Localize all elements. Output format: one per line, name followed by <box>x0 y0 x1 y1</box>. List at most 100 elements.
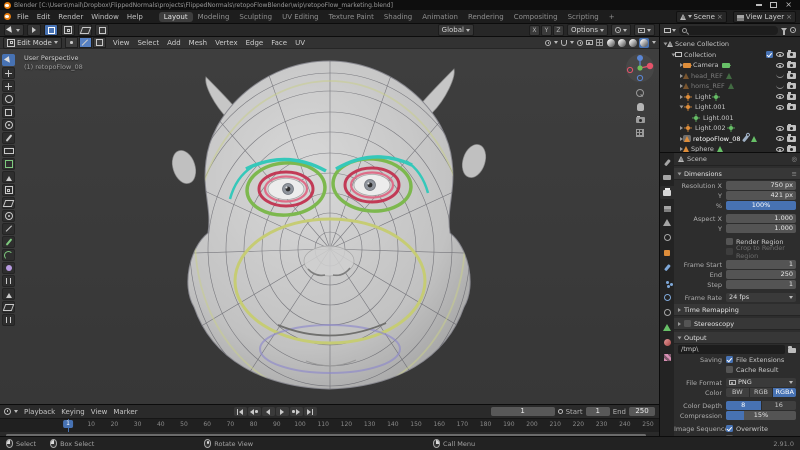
play-reverse-button[interactable] <box>262 407 275 416</box>
outliner-item-light-001[interactable]: Light.001 <box>660 102 800 113</box>
shading-solid-button[interactable] <box>617 38 627 48</box>
inset-faces-tool[interactable] <box>2 184 15 196</box>
mirror-x-toggle[interactable]: X <box>529 25 540 36</box>
checkbox[interactable] <box>726 366 733 373</box>
browse-folder-icon[interactable] <box>788 348 796 353</box>
shading-rendered-button[interactable] <box>639 38 649 48</box>
collection-checkbox[interactable] <box>766 51 773 58</box>
presets-icon[interactable]: ≡ <box>792 170 797 178</box>
shading-wireframe-button[interactable] <box>606 38 616 48</box>
properties-tab-output[interactable] <box>660 186 674 199</box>
outliner-item-head-ref[interactable]: head_REF <box>660 71 800 82</box>
add-workspace-button[interactable]: + <box>604 12 620 22</box>
jump-to-end-button[interactable] <box>304 407 317 416</box>
timeline-menu-view[interactable]: View <box>88 408 111 416</box>
visibility-eye-closed-icon[interactable] <box>776 73 784 78</box>
value-field[interactable]: 100% <box>726 201 796 210</box>
checkbox[interactable] <box>726 356 733 363</box>
menu-file[interactable]: File <box>13 12 33 22</box>
properties-tab-object-data[interactable] <box>660 321 674 334</box>
outliner-item-collection[interactable]: Collection <box>660 50 800 61</box>
maximize-button[interactable] <box>770 2 777 8</box>
cursor-tool[interactable] <box>2 67 15 79</box>
expander-icon[interactable] <box>680 126 683 130</box>
properties-tab-render[interactable] <box>660 171 674 184</box>
visibility-eye-icon[interactable] <box>776 94 784 99</box>
transform-orientation-dropdown[interactable]: Global <box>438 24 474 36</box>
annotate-tool[interactable] <box>2 132 15 144</box>
segment-option-16[interactable]: 16 <box>762 401 797 410</box>
viewport-menu-add[interactable]: Add <box>163 39 185 47</box>
pivot-point-icon[interactable] <box>545 40 551 46</box>
add-cube-tool[interactable] <box>2 158 15 170</box>
overlays-dropdown[interactable] <box>634 24 655 36</box>
scale-tool[interactable] <box>2 106 15 118</box>
outliner-item-sphere[interactable]: Sphere <box>660 144 800 152</box>
transform-tool[interactable] <box>2 119 15 131</box>
properties-tab-material[interactable] <box>660 336 674 349</box>
viewport-3d[interactable]: Edit Mode ViewSelectAddMeshVertexEdgeFac… <box>0 37 659 404</box>
current-frame-badge[interactable]: 1 <box>63 420 73 428</box>
edge-slide-tool[interactable] <box>2 275 15 287</box>
extrude-region-tool[interactable] <box>2 171 15 183</box>
filter-icon[interactable] <box>781 28 787 32</box>
render-visibility-camera-icon[interactable] <box>787 62 796 68</box>
next-keyframe-button[interactable] <box>290 407 303 416</box>
menu-help[interactable]: Help <box>123 12 147 22</box>
outliner-item-scene-collection[interactable]: Scene Collection <box>660 39 800 50</box>
previous-keyframe-button[interactable] <box>248 407 261 416</box>
value-field[interactable]: 421 px <box>726 191 796 200</box>
render-visibility-camera-icon[interactable] <box>787 104 796 110</box>
shading-material-preview-button[interactable] <box>628 38 638 48</box>
frame-start-field[interactable]: 1 <box>586 407 610 416</box>
value-field[interactable]: 250 <box>726 270 796 279</box>
visibility-eye-icon[interactable] <box>776 147 784 152</box>
show-overlays-icon[interactable] <box>596 39 603 46</box>
minimize-button[interactable] <box>756 4 762 6</box>
active-tool-dropdown[interactable] <box>4 24 24 36</box>
viewport-menu-select[interactable]: Select <box>133 39 163 47</box>
editor-type-clock-icon[interactable] <box>4 408 11 415</box>
navigation-gizmo[interactable] <box>625 53 655 83</box>
stereoscopy-checkbox[interactable] <box>684 320 691 327</box>
measure-tool[interactable] <box>2 145 15 157</box>
snap-toggle-1[interactable] <box>61 24 75 36</box>
workspace-tab-animation[interactable]: Animation <box>417 12 463 22</box>
value-field[interactable]: 1 <box>726 260 796 269</box>
visibility-eye-icon[interactable] <box>776 126 784 131</box>
workspace-tab-scripting[interactable]: Scripting <box>563 12 604 22</box>
outliner-item-camera[interactable]: Camera <box>660 60 800 71</box>
workspace-tab-sculpting[interactable]: Sculpting <box>234 12 277 22</box>
snapping-magnet-icon[interactable] <box>561 40 567 46</box>
select-box-tool[interactable] <box>2 54 15 66</box>
timeline-menu-keying[interactable]: Keying <box>58 408 88 416</box>
current-frame-field[interactable]: 1 <box>491 407 555 416</box>
viewport-menu-view[interactable]: View <box>109 39 134 47</box>
outliner-search-input[interactable] <box>679 26 778 35</box>
remove-view-layer-icon[interactable]: × <box>786 13 792 21</box>
segment-option-rgb[interactable]: RGB <box>750 388 774 397</box>
outliner-item-light-002[interactable]: Light.002 <box>660 123 800 134</box>
visibility-eye-closed-icon[interactable] <box>776 84 784 89</box>
visibility-eye-icon[interactable] <box>776 63 784 68</box>
viewport-menu-uv[interactable]: UV <box>291 39 309 47</box>
visibility-eye-icon[interactable] <box>776 52 784 57</box>
toggle-perspective-icon[interactable] <box>636 129 644 137</box>
tool-fallback-button[interactable] <box>27 24 41 36</box>
poly-build-tool[interactable] <box>2 236 15 248</box>
segment-option-bw[interactable]: BW <box>726 388 750 397</box>
jump-to-start-button[interactable] <box>234 407 247 416</box>
panel-header-time-remapping[interactable]: Time Remapping <box>674 304 800 316</box>
workspace-tab-rendering[interactable]: Rendering <box>463 12 509 22</box>
render-visibility-camera-icon[interactable] <box>787 83 796 89</box>
value-field[interactable]: 750 px <box>726 181 796 190</box>
properties-tab-view-layer[interactable] <box>660 201 674 214</box>
mirror-z-toggle[interactable]: Z <box>553 25 564 36</box>
frame-end-field[interactable]: 250 <box>629 407 655 416</box>
outliner-display-mode-dropdown[interactable] <box>664 28 676 33</box>
edge-select-button[interactable] <box>79 37 92 48</box>
outliner-item-light[interactable]: Light <box>660 92 800 103</box>
properties-tab-object[interactable] <box>660 246 674 259</box>
properties-tab-world[interactable] <box>660 231 674 244</box>
workspace-tab-texture-paint[interactable]: Texture Paint <box>324 12 379 22</box>
